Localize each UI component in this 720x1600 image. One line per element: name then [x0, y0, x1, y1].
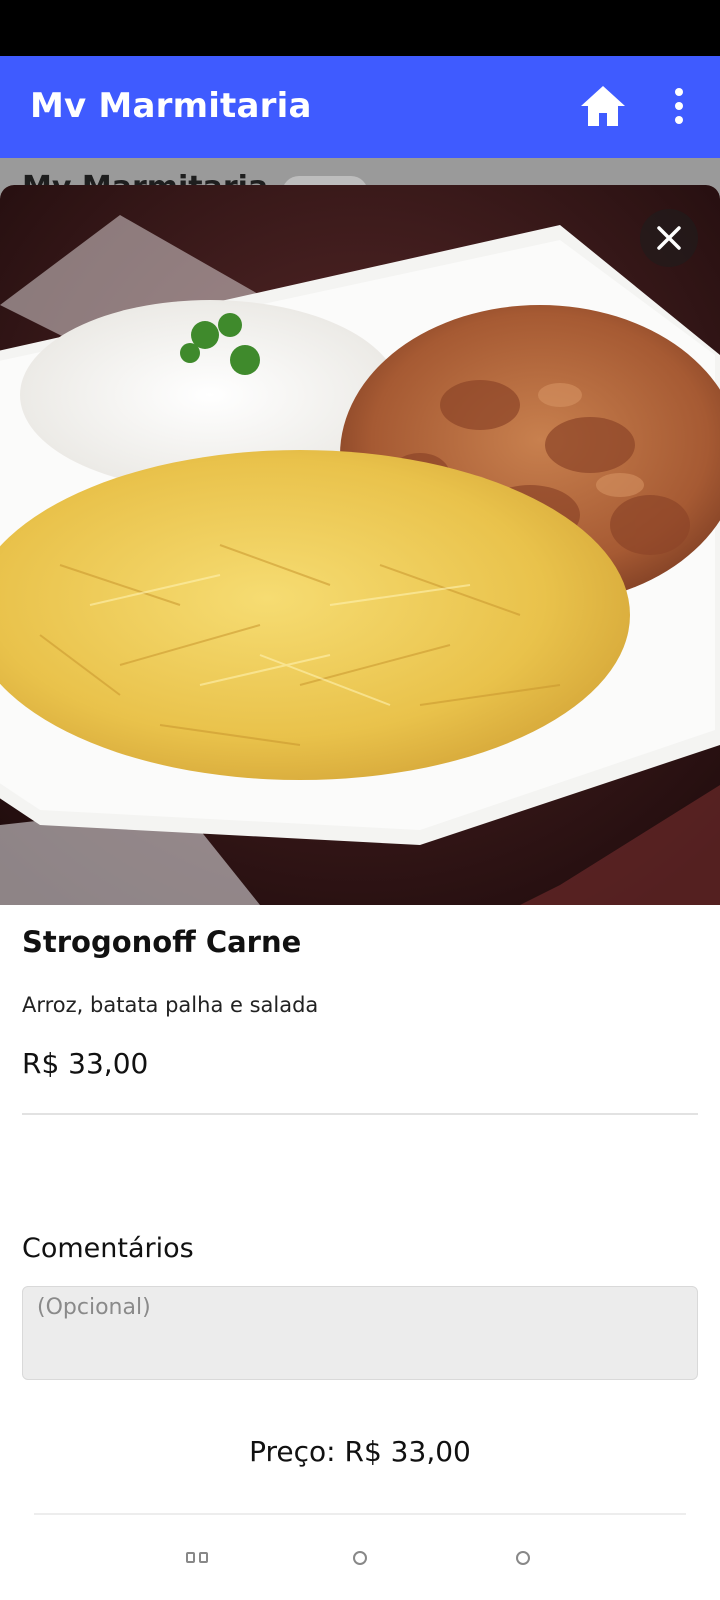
- total-price: Preço: R$ 33,00: [249, 1435, 471, 1468]
- product-sheet: Strogonoff Carne Arroz, batata palha e s…: [0, 185, 720, 1600]
- app-title: Mv Marmitaria: [30, 86, 312, 126]
- status-bar: [0, 0, 720, 56]
- recents-icon: [186, 1552, 195, 1563]
- more-options-button[interactable]: [664, 88, 694, 124]
- product-name: Strogonoff Carne: [22, 925, 302, 959]
- comments-input[interactable]: [22, 1286, 698, 1380]
- close-icon: [657, 226, 681, 250]
- more-vertical-icon: [675, 88, 683, 96]
- home-icon: [581, 86, 625, 126]
- comments-label: Comentários: [22, 1233, 194, 1264]
- home-circle-icon[interactable]: [353, 1551, 367, 1565]
- recents-button[interactable]: [186, 1552, 208, 1564]
- home-button[interactable]: [578, 82, 628, 130]
- close-button[interactable]: [640, 209, 698, 267]
- product-price: R$ 33,00: [22, 1047, 149, 1080]
- divider: [22, 1113, 698, 1115]
- back-circle-icon[interactable]: [516, 1551, 530, 1565]
- app-bar: Mv Marmitaria: [0, 56, 720, 158]
- nav-divider: [34, 1513, 686, 1515]
- product-image: [0, 185, 720, 905]
- product-description: Arroz, batata palha e salada: [22, 993, 319, 1017]
